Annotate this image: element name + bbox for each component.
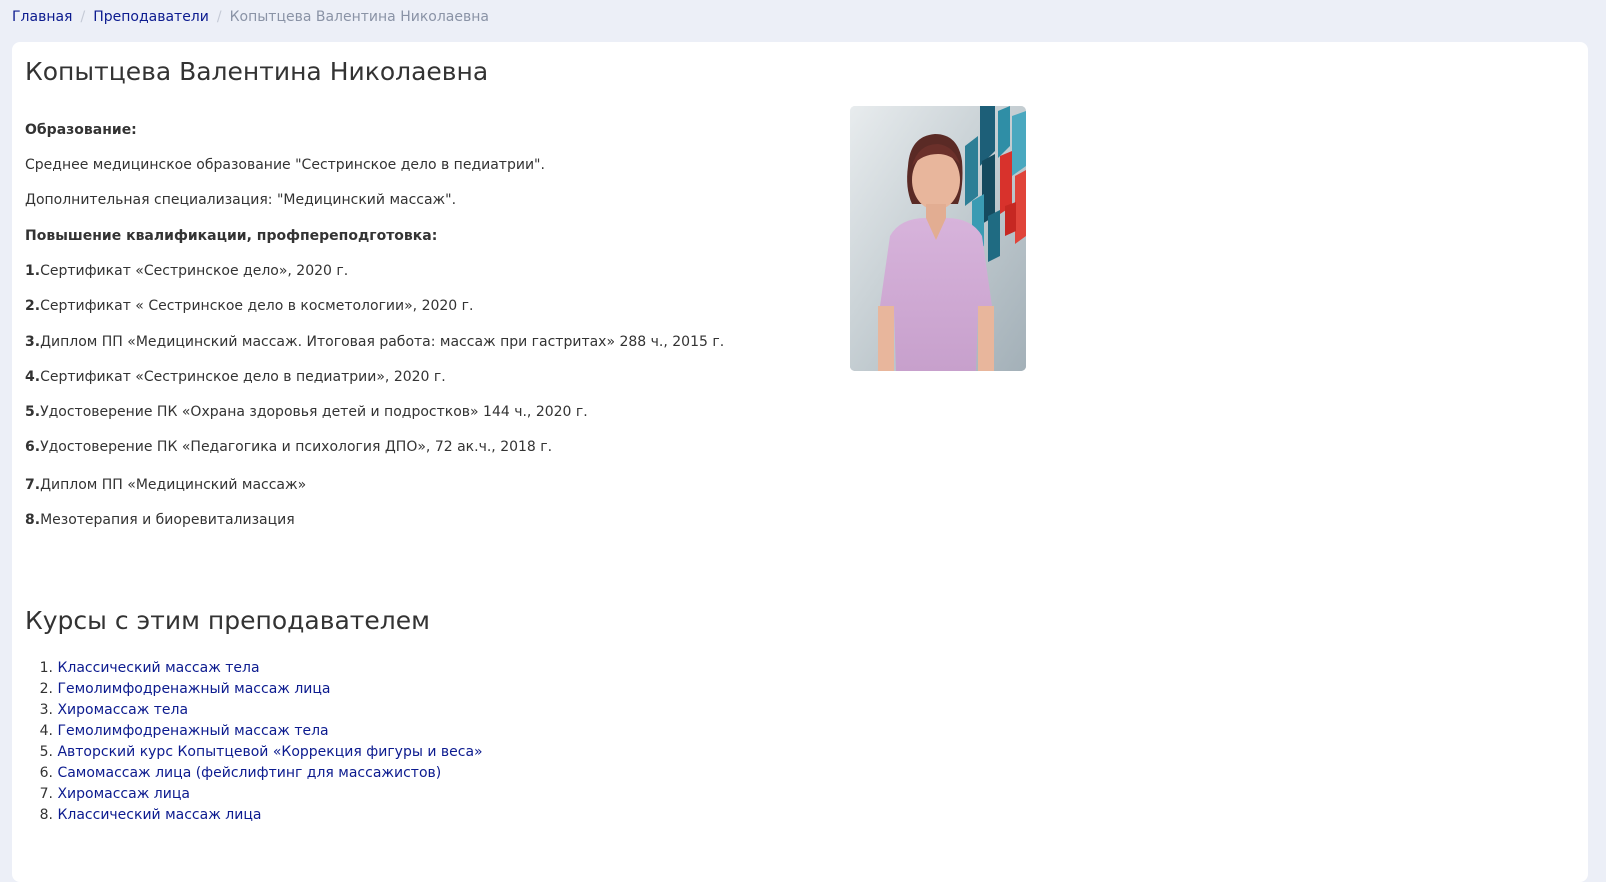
page-title: Копытцева Валентина Николаевна — [25, 57, 489, 86]
list-item: 8. Классический массаж лица — [25, 805, 483, 826]
list-item: 5. Авторский курс Копытцевой «Коррекция … — [25, 742, 483, 763]
education-heading: Образование: — [25, 120, 137, 140]
list-item: 6. Самомассаж лица (фейслифтинг для масс… — [25, 763, 483, 784]
course-link[interactable]: Хиромассаж тела — [57, 702, 188, 718]
course-number: 6. — [39, 765, 53, 781]
qualification-item: 4.Сертификат «Сестринское дело в педиатр… — [25, 367, 446, 387]
course-number: 2. — [39, 681, 53, 697]
list-item: 3. Хиромассаж тела — [25, 700, 483, 721]
qualification-number: 4. — [25, 369, 41, 385]
course-link[interactable]: Классический массаж тела — [57, 660, 259, 676]
qualification-number: 6. — [25, 439, 41, 455]
qualification-text: Сертификат « Сестринское дело в косметол… — [40, 298, 474, 314]
qualification-number: 1. — [25, 263, 41, 279]
breadcrumb: Главная / Преподаватели / Копытцева Вале… — [12, 7, 489, 27]
breadcrumb-home-link[interactable]: Главная — [12, 7, 72, 27]
course-link[interactable]: Классический массаж лица — [57, 807, 261, 823]
qualification-number: 2. — [25, 298, 41, 314]
specialization-text: Дополнительная специализация: "Медицинск… — [25, 192, 457, 208]
breadcrumb-separator: / — [216, 9, 222, 25]
course-link[interactable]: Гемолимфодренажный массаж тела — [57, 723, 328, 739]
course-number: 5. — [39, 744, 53, 760]
teacher-photo — [850, 106, 1026, 371]
qualification-label: Повышение квалификации, профпереподготов… — [25, 228, 438, 244]
qualification-item: 3.Диплом ПП «Медицинский массаж. Итогова… — [25, 332, 724, 352]
courses-list: 1. Классический массаж тела 2. Гемолимфо… — [25, 658, 483, 826]
qualification-text: Сертификат «Сестринское дело», 2020 г. — [40, 263, 349, 279]
qualification-text: Удостоверение ПК «Охрана здоровья детей … — [40, 404, 588, 420]
breadcrumb-current: Копытцева Валентина Николаевна — [229, 9, 489, 25]
qualification-heading: Повышение квалификации, профпереподготов… — [25, 226, 437, 246]
course-number: 1. — [39, 660, 53, 676]
qualification-text: Диплом ПП «Медицинский массаж. Итоговая … — [40, 334, 725, 350]
list-item: 2. Гемолимфодренажный массаж лица — [25, 679, 483, 700]
course-number: 7. — [39, 786, 53, 802]
course-number: 3. — [39, 702, 53, 718]
course-link[interactable]: Авторский курс Копытцевой «Коррекция фиг… — [57, 744, 482, 760]
qualification-text: Мезотерапия и биоревитализация — [40, 512, 295, 528]
list-item: 4. Гемолимфодренажный массаж тела — [25, 721, 483, 742]
course-number: 4. — [39, 723, 53, 739]
qualification-number: 3. — [25, 334, 41, 350]
qualification-item: 7.Диплом ПП «Медицинский массаж» — [25, 475, 306, 495]
qualification-number: 7. — [25, 477, 41, 493]
qualification-text: Удостоверение ПК «Педагогика и психологи… — [40, 439, 553, 455]
qualification-text: Диплом ПП «Медицинский массаж» — [40, 477, 307, 493]
qualification-item: 5.Удостоверение ПК «Охрана здоровья дете… — [25, 402, 588, 422]
breadcrumb-teachers-link[interactable]: Преподаватели — [93, 7, 209, 27]
education-text: Среднее медицинское образование "Сестрин… — [25, 157, 545, 173]
qualification-number: 5. — [25, 404, 41, 420]
course-link[interactable]: Самомассаж лица (фейслифтинг для массажи… — [57, 765, 441, 781]
education-label: Образование: — [25, 122, 137, 138]
qualification-item: 6.Удостоверение ПК «Педагогика и психоло… — [25, 437, 552, 457]
qualification-item: 2.Сертификат « Сестринское дело в космет… — [25, 296, 473, 316]
course-link[interactable]: Хиромассаж лица — [57, 786, 189, 802]
breadcrumb-separator: / — [80, 9, 86, 25]
qualification-item: 8.Мезотерапия и биоревитализация — [25, 510, 295, 530]
qualification-text: Сертификат «Сестринское дело в педиатрии… — [40, 369, 446, 385]
course-link[interactable]: Гемолимфодренажный массаж лица — [57, 681, 330, 697]
list-item: 1. Классический массаж тела — [25, 658, 483, 679]
list-item: 7. Хиромассаж лица — [25, 784, 483, 805]
courses-title: Курсы с этим преподавателем — [25, 606, 430, 635]
course-number: 8. — [39, 807, 53, 823]
qualification-number: 8. — [25, 512, 41, 528]
qualification-item: 1.Сертификат «Сестринское дело», 2020 г. — [25, 261, 348, 281]
teacher-card: Копытцева Валентина Николаевна Образован… — [12, 42, 1588, 882]
teacher-portrait-image — [850, 106, 1026, 371]
